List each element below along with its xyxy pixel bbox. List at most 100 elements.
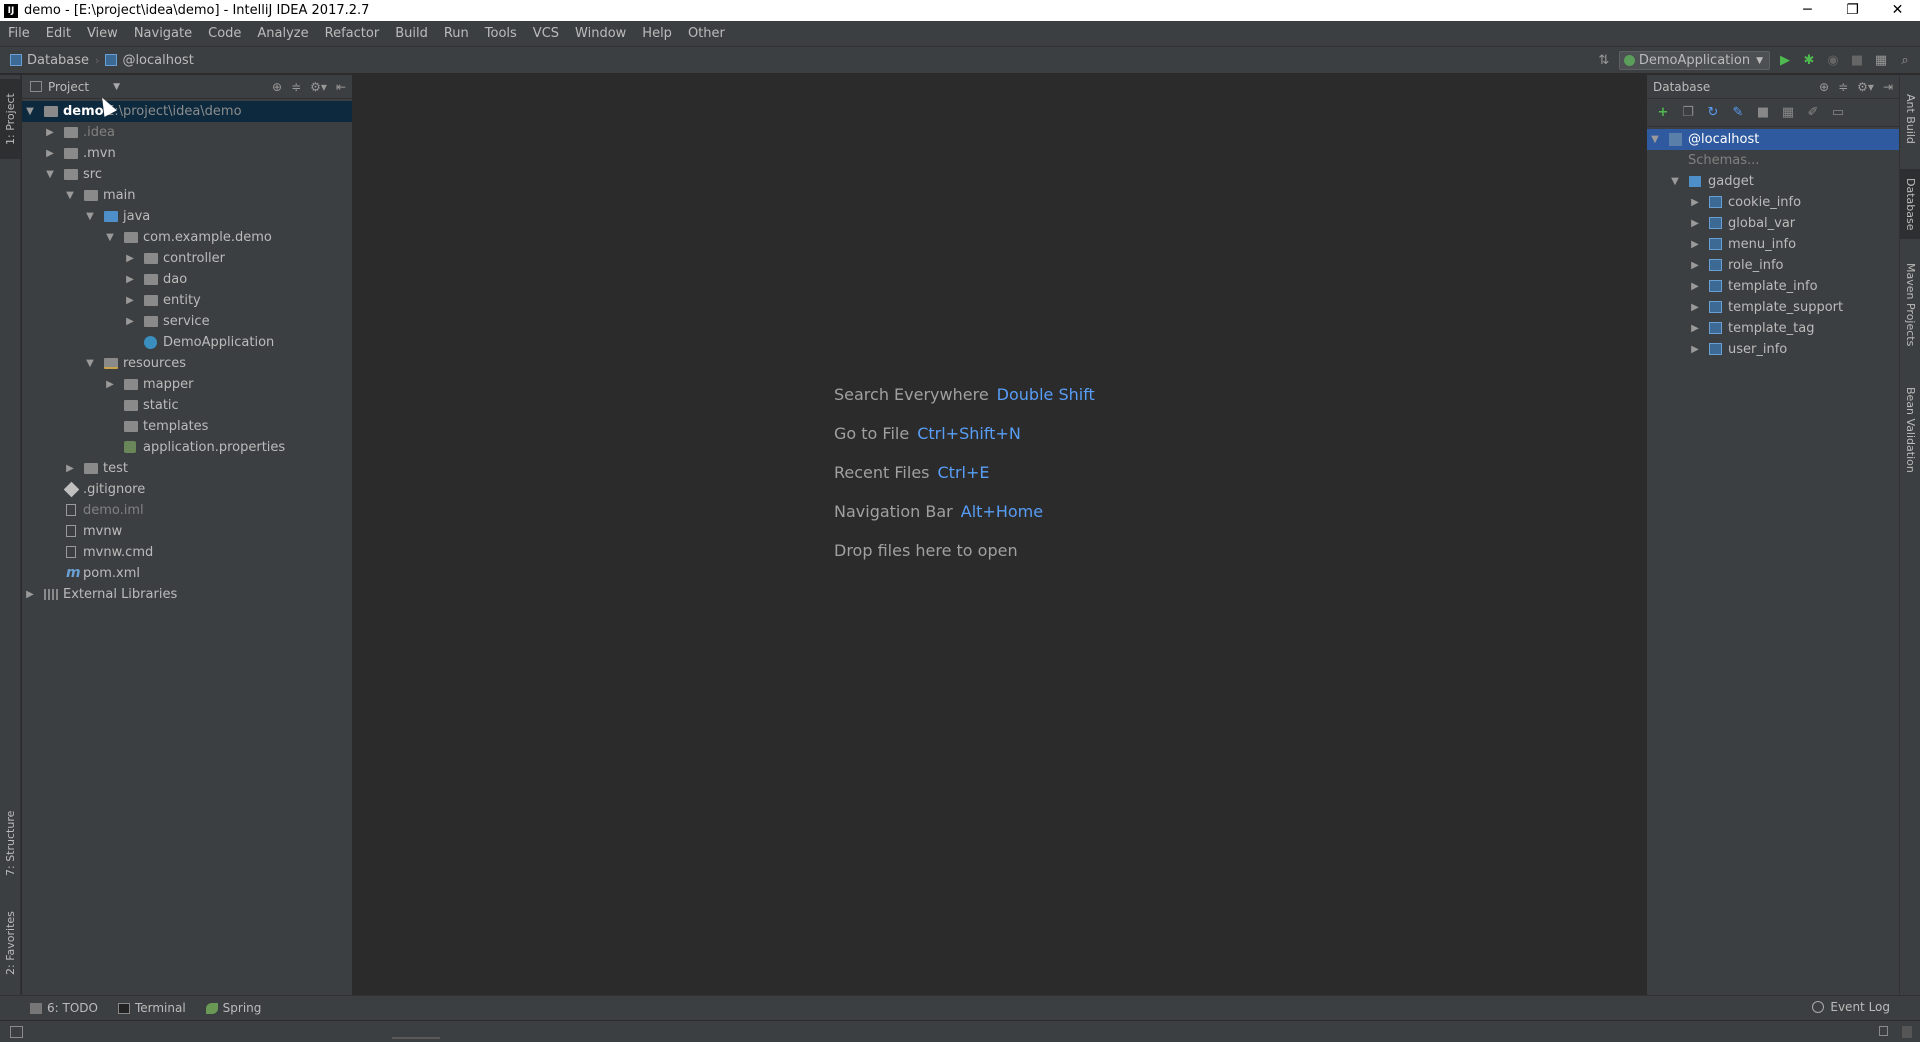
tab-maven-projects[interactable]: Maven Projects: [1900, 255, 1920, 355]
stop-icon[interactable]: ■: [1848, 52, 1866, 70]
edit-source-icon[interactable]: ✐: [1805, 105, 1821, 120]
breadcrumb-localhost[interactable]: @localhost: [105, 53, 194, 68]
expanded-arrow-icon[interactable]: ▼: [1669, 171, 1681, 192]
tab-terminal[interactable]: Terminal: [117, 1001, 186, 1015]
tree-node-static[interactable]: static: [22, 395, 352, 416]
table-view-icon[interactable]: ▦: [1780, 105, 1796, 120]
project-structure-icon[interactable]: ▦: [1872, 52, 1890, 70]
menu-window[interactable]: Window: [567, 21, 634, 46]
expanded-arrow-icon[interactable]: ▼: [84, 353, 96, 374]
collapsed-arrow-icon[interactable]: ▶: [104, 374, 116, 395]
tree-node-test[interactable]: ▶ test: [22, 458, 352, 479]
collapsed-arrow-icon[interactable]: ▶: [44, 122, 56, 143]
tree-node-table[interactable]: ▶ template_tag: [1647, 318, 1899, 339]
tree-node-table[interactable]: ▶ cookie_info: [1647, 192, 1899, 213]
collapsed-arrow-icon[interactable]: ▶: [64, 458, 76, 479]
tab-bean-validation[interactable]: Bean Validation: [1900, 375, 1920, 485]
collapsed-arrow-icon[interactable]: ▶: [124, 290, 136, 311]
tree-node-table[interactable]: ▶ template_info: [1647, 276, 1899, 297]
tree-node-table[interactable]: ▶ menu_info: [1647, 234, 1899, 255]
tree-node-gitignore[interactable]: .gitignore: [22, 479, 352, 500]
run-icon[interactable]: ▶: [1776, 52, 1794, 70]
collapsed-arrow-icon[interactable]: ▶: [24, 584, 36, 605]
tree-node-src[interactable]: ▼ src: [22, 164, 352, 185]
menu-analyze[interactable]: Analyze: [249, 21, 316, 46]
refresh-icon[interactable]: ↻: [1705, 105, 1721, 120]
expanded-arrow-icon[interactable]: ▼: [1649, 129, 1661, 150]
tree-node-idea[interactable]: ▶ .idea: [22, 122, 352, 143]
tree-node-main[interactable]: ▼ main: [22, 185, 352, 206]
tree-node-localhost[interactable]: ▼ @localhost: [1647, 129, 1899, 150]
tree-node-templates[interactable]: templates: [22, 416, 352, 437]
lock-icon[interactable]: [1879, 1026, 1888, 1036]
coverage-icon[interactable]: ◉: [1824, 52, 1842, 70]
tree-node-table[interactable]: ▶ template_support: [1647, 297, 1899, 318]
tree-node-dao[interactable]: ▶ dao: [22, 269, 352, 290]
collapsed-arrow-icon[interactable]: ▶: [1689, 234, 1701, 255]
breadcrumb-database[interactable]: Database: [10, 53, 89, 68]
gear-icon[interactable]: ⚙▾: [310, 80, 327, 94]
tree-node-mapper[interactable]: ▶ mapper: [22, 374, 352, 395]
gear-icon[interactable]: ⚙▾: [1857, 80, 1874, 94]
tree-node-controller[interactable]: ▶ controller: [22, 248, 352, 269]
menu-file[interactable]: File: [6, 21, 38, 46]
expanded-arrow-icon[interactable]: ▼: [64, 185, 76, 206]
minimize-button[interactable]: ─: [1785, 0, 1830, 21]
copy-icon[interactable]: ❐: [1680, 105, 1696, 120]
memory-indicator-icon[interactable]: [1902, 1026, 1912, 1038]
debug-icon[interactable]: ✱: [1800, 52, 1818, 70]
menu-help[interactable]: Help: [634, 21, 680, 46]
tree-node-external-libraries[interactable]: ▶ External Libraries: [22, 584, 352, 605]
collapsed-arrow-icon[interactable]: ▶: [1689, 318, 1701, 339]
tree-node-package[interactable]: ▼ com.example.demo: [22, 227, 352, 248]
expanded-arrow-icon[interactable]: ▼: [104, 227, 116, 248]
tree-node-service[interactable]: ▶ service: [22, 311, 352, 332]
toggle-tool-windows-icon[interactable]: [10, 1026, 23, 1038]
project-panel-title[interactable]: Project: [48, 80, 89, 94]
add-datasource-icon[interactable]: +: [1655, 105, 1671, 120]
tree-node-schemas[interactable]: Schemas...: [1647, 150, 1899, 171]
tree-node-root[interactable]: ▼ demo E:\project\idea\demo: [22, 101, 352, 122]
tree-node-table[interactable]: ▶ global_var: [1647, 213, 1899, 234]
collapsed-arrow-icon[interactable]: ▶: [1689, 339, 1701, 360]
close-button[interactable]: ✕: [1875, 0, 1920, 21]
tab-database[interactable]: Database: [1900, 169, 1920, 239]
collapsed-arrow-icon[interactable]: ▶: [1689, 255, 1701, 276]
stop-icon[interactable]: ■: [1755, 105, 1771, 120]
scroll-from-source-icon[interactable]: ⊕: [272, 80, 282, 94]
menu-vcs[interactable]: VCS: [525, 21, 567, 46]
collapsed-arrow-icon[interactable]: ▶: [1689, 276, 1701, 297]
collapsed-arrow-icon[interactable]: ▶: [124, 269, 136, 290]
menu-code[interactable]: Code: [200, 21, 249, 46]
menu-run[interactable]: Run: [436, 21, 477, 46]
menu-navigate[interactable]: Navigate: [126, 21, 200, 46]
tab-favorites[interactable]: 2: Favorites: [0, 903, 21, 983]
tree-node-mvnw-cmd[interactable]: mvnw.cmd: [22, 542, 352, 563]
tree-node-pom-xml[interactable]: m pom.xml: [22, 563, 352, 584]
menu-other[interactable]: Other: [680, 21, 733, 46]
restore-button[interactable]: ❐: [1830, 0, 1875, 21]
tree-node-gadget[interactable]: ▼ gadget: [1647, 171, 1899, 192]
collapsed-arrow-icon[interactable]: ▶: [1689, 192, 1701, 213]
tree-node-mvn[interactable]: ▶ .mvn: [22, 143, 352, 164]
tree-node-mvnw[interactable]: mvnw: [22, 521, 352, 542]
tab-structure[interactable]: 7: Structure: [0, 803, 21, 883]
menu-build[interactable]: Build: [387, 21, 436, 46]
collapse-all-icon[interactable]: ≑: [291, 80, 301, 94]
tree-node-table[interactable]: ▶ role_info: [1647, 255, 1899, 276]
menu-tools[interactable]: Tools: [477, 21, 525, 46]
tab-ant-build[interactable]: Ant Build: [1900, 79, 1920, 159]
collapse-all-icon[interactable]: ≑: [1838, 80, 1848, 94]
tab-spring[interactable]: Spring: [205, 1001, 261, 1015]
run-configuration-select[interactable]: DemoApplication ▼: [1618, 51, 1770, 70]
hide-panel-icon[interactable]: ⇤: [336, 80, 346, 94]
console-icon[interactable]: ▭: [1830, 105, 1846, 120]
expanded-arrow-icon[interactable]: ▼: [44, 164, 56, 185]
tab-event-log[interactable]: Event Log: [1812, 1000, 1890, 1014]
chevron-down-icon[interactable]: ▼: [113, 82, 120, 92]
expanded-arrow-icon[interactable]: ▼: [24, 101, 36, 122]
collapsed-arrow-icon[interactable]: ▶: [1689, 297, 1701, 318]
expanded-arrow-icon[interactable]: ▼: [84, 206, 96, 227]
menu-refactor[interactable]: Refactor: [317, 21, 388, 46]
collapsed-arrow-icon[interactable]: ▶: [1689, 213, 1701, 234]
